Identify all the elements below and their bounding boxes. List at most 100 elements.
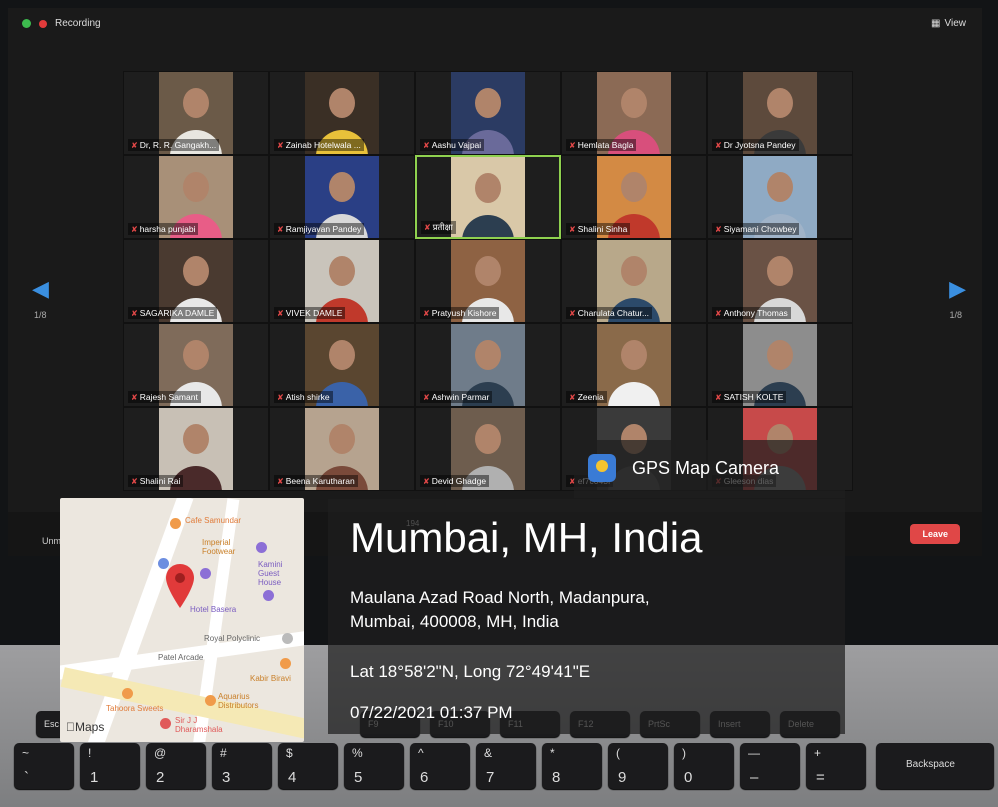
key-label: 4 (288, 769, 297, 786)
participant-tile[interactable]: ✘ Shalini Sinha (561, 155, 707, 239)
mic-muted-icon: ✘ (131, 309, 138, 318)
number-key[interactable]: & 7 (476, 743, 536, 789)
participant-torso (462, 215, 514, 237)
page-indicator-right: 1/8 (949, 310, 962, 320)
key-label: ` (24, 769, 29, 786)
recording-indicator: Recording (22, 18, 101, 29)
participant-head (475, 340, 501, 370)
number-key[interactable]: ^ 6 (410, 743, 470, 789)
participant-tile[interactable]: ✘ Beena Karutharan (269, 407, 415, 491)
participant-tile[interactable]: ✘ Rajesh Samant (123, 323, 269, 407)
mic-muted-icon: ✘ (131, 393, 138, 402)
key-label: 8 (552, 769, 561, 786)
participant-head (183, 424, 209, 454)
participant-head (621, 172, 647, 202)
unmute-button[interactable]: Unm (42, 536, 61, 546)
participant-name: ✘ VIVEK DAMLE (274, 307, 346, 319)
number-key[interactable]: @2 (146, 743, 206, 789)
location-pin-icon (166, 564, 194, 608)
mic-muted-icon: ✘ (715, 141, 722, 150)
participant-tile[interactable]: ✘ Zainab Hotelwala ... (269, 71, 415, 155)
map-poi-icon (170, 518, 181, 529)
participant-tile[interactable]: ✘ Pratyush Kishore (415, 239, 561, 323)
participant-tile[interactable]: ✘ Ramjiyavan Pandey (269, 155, 415, 239)
backspace-key[interactable]: Backspace (876, 743, 994, 789)
number-key[interactable]: ! 1 (80, 743, 140, 789)
key-shift-label: % (352, 746, 363, 760)
number-key[interactable]: + = (806, 743, 866, 789)
participant-name: ✘ Atish shirke (274, 391, 333, 403)
mic-muted-icon: ✘ (277, 141, 284, 150)
key-shift-label: $ (286, 746, 293, 760)
gps-address: Maulana Azad Road North, Madanpura, Mumb… (350, 586, 830, 634)
zoom-top-bar: Recording ▦ View (8, 8, 982, 42)
leave-button[interactable]: Leave (910, 524, 960, 544)
participant-head (475, 424, 501, 454)
participant-tile[interactable]: ✘ harsha punjabi (123, 155, 269, 239)
participant-tile[interactable]: ✘ Dr Jyotsna Pandey (707, 71, 853, 155)
participant-tile[interactable]: ✘ Aashu Vajpai (415, 71, 561, 155)
key-label: 3 (222, 769, 231, 786)
map-label-9: Sir J J Dharamshala (175, 716, 223, 734)
participant-tile[interactable]: ✘ Anthony Thomas (707, 239, 853, 323)
number-key[interactable]: $4 (278, 743, 338, 789)
participant-head (183, 88, 209, 118)
next-page-arrow-icon[interactable]: ▶ (949, 276, 966, 302)
record-icon (39, 19, 47, 28)
number-key[interactable]: (9 (608, 743, 668, 789)
view-button[interactable]: ▦ View (931, 18, 966, 29)
key-label: 1 (90, 769, 99, 786)
prev-page-arrow-icon[interactable]: ◀ (32, 276, 49, 302)
key-label: 2 (156, 769, 165, 786)
gps-datetime: 07/22/2021 01:37 PM (350, 703, 513, 722)
participant-name-text: Hemlata Bagla (577, 140, 634, 150)
number-key[interactable]: % 5 (344, 743, 404, 789)
participant-tile[interactable]: ✘ Hemlata Bagla (561, 71, 707, 155)
key-label: 7 (486, 769, 495, 786)
participant-tile[interactable]: ✘ Siyamani Chowbey (707, 155, 853, 239)
participant-name: ✘ Devid Ghadge (420, 475, 490, 487)
participant-tile[interactable]: ✘ SAGARIKA DAMLE (123, 239, 269, 323)
key-label: = (816, 769, 825, 786)
key-shift-label: ! (88, 746, 92, 760)
mic-muted-icon: ✘ (715, 225, 722, 234)
recording-label: Recording (55, 18, 101, 29)
participant-tile[interactable]: ✘ Ashwin Parmar (415, 323, 561, 407)
number-key[interactable]: ) 0 (674, 743, 734, 789)
participant-tile[interactable]: ✘ Atish shirke (269, 323, 415, 407)
participant-head (329, 340, 355, 370)
participant-name-text: Beena Karutharan (285, 476, 355, 486)
participant-tile[interactable]: ✘ SATISH KOLTE (707, 323, 853, 407)
mic-muted-icon: ✘ (569, 141, 576, 150)
participant-tile[interactable]: ✘ प्रतीक्षा (415, 155, 561, 239)
mic-muted-icon: ✘ (277, 393, 284, 402)
key-label: Backspace (906, 759, 955, 770)
participant-head (475, 256, 501, 286)
participant-torso (608, 382, 660, 406)
number-key[interactable]: — – (740, 743, 800, 789)
map-label-2: Kamini Guest House (258, 560, 283, 587)
participant-head (329, 256, 355, 286)
number-key[interactable]: #3 (212, 743, 272, 789)
number-key[interactable]: * 8 (542, 743, 602, 789)
maps-provider-logo: Maps (66, 720, 104, 734)
participant-tile[interactable]: ✘ VIVEK DAMLE (269, 239, 415, 323)
participant-tile[interactable]: ✘ Dr, R. R. Gangakh... (123, 71, 269, 155)
participant-tile[interactable]: ✘ Charulata Chatur... (561, 239, 707, 323)
mic-muted-icon: ✘ (277, 309, 284, 318)
participant-name: ✘ Dr Jyotsna Pandey (712, 139, 799, 151)
participant-head (183, 172, 209, 202)
participant-tile[interactable]: ✘ Devid Ghadge (415, 407, 561, 491)
number-key[interactable]: ~ ` (14, 743, 74, 789)
participant-tile[interactable]: ✘ Zeenia (561, 323, 707, 407)
participant-head (183, 256, 209, 286)
mic-muted-icon: ✘ (131, 477, 138, 486)
participant-tile[interactable]: ✘ Shalini Rai (123, 407, 269, 491)
gps-app-name: GPS Map Camera (632, 458, 780, 478)
key-shift-label: @ (154, 746, 167, 760)
mic-muted-icon: ✘ (423, 141, 430, 150)
gallery-grid: ✘ Dr, R. R. Gangakh... ✘ Zainab Hotelwala .… (123, 71, 853, 491)
page-indicator-left: 1/8 (34, 310, 47, 320)
key-label: 6 (420, 769, 429, 786)
mic-muted-icon: ✘ (423, 393, 430, 402)
